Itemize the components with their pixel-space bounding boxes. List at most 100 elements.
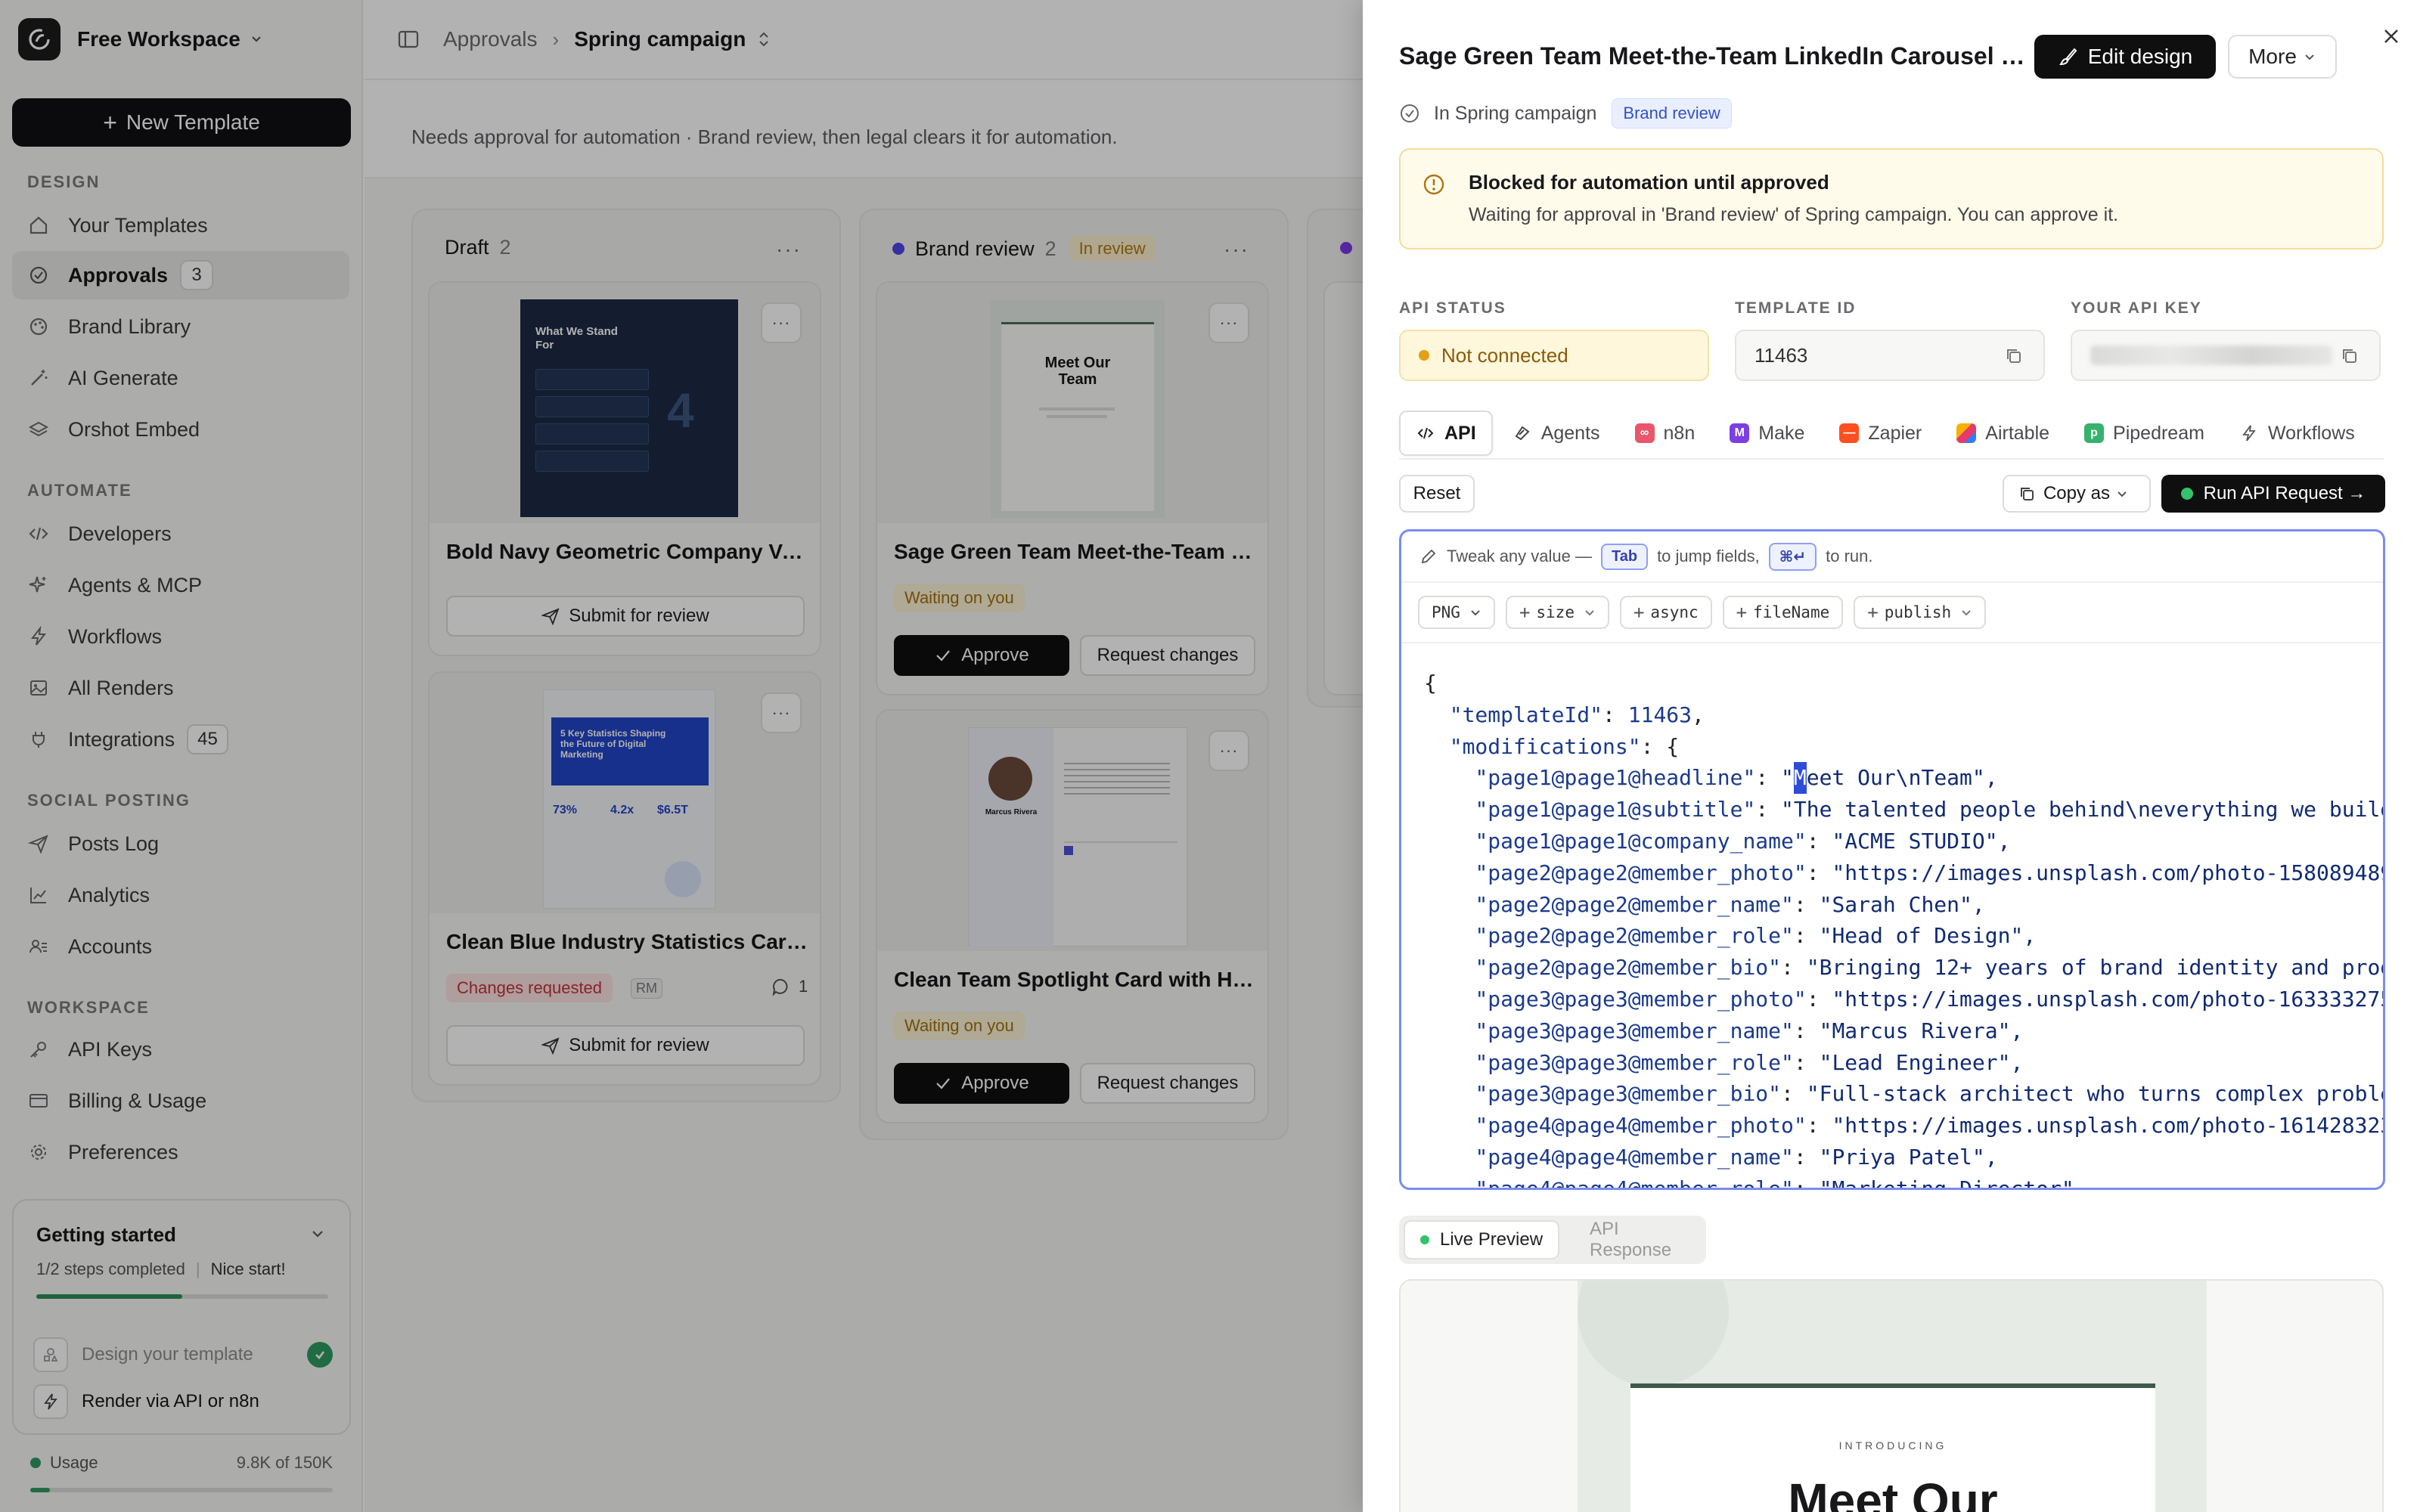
copy-as-button[interactable]: Copy as bbox=[2003, 475, 2151, 513]
run-api-request-button[interactable]: Run API Request → bbox=[2161, 475, 2385, 513]
code-line-modification: "page2@page2@member_photo": "https://ima… bbox=[1475, 860, 2385, 885]
chevron-down-icon bbox=[1471, 610, 1480, 616]
tab-agents[interactable]: Agents bbox=[1497, 411, 1615, 456]
tab-zapier[interactable]: — Zapier bbox=[1824, 411, 1937, 456]
editor-hint: Tweak any value — Tab to jump fields, ⌘↵… bbox=[1401, 531, 2383, 583]
template-detail-drawer: Sage Green Team Meet-the-Team LinkedIn C… bbox=[1363, 0, 2420, 1512]
pencil-icon bbox=[1421, 549, 1436, 564]
plus-icon: + bbox=[1633, 602, 1645, 623]
size-param-chip[interactable]: + size bbox=[1505, 596, 1609, 629]
hint-prefix: Tweak any value — bbox=[1447, 547, 1592, 565]
plus-icon: + bbox=[1519, 602, 1531, 623]
code-line-modifications: "modifications": { bbox=[1449, 733, 1680, 759]
param-chips: PNG + size + async + fileName + publish bbox=[1401, 583, 2383, 643]
format-select[interactable]: PNG bbox=[1418, 596, 1495, 629]
copy-icon[interactable] bbox=[2004, 346, 2024, 366]
bolt-icon bbox=[2239, 423, 2259, 443]
button-label: Run API Request → bbox=[2203, 483, 2366, 503]
api-key-masked-value bbox=[2090, 345, 2332, 365]
api-status-value: Not connected bbox=[1441, 343, 1568, 367]
code-line-modification: "page1@page1@company_name": "ACME STUDIO… bbox=[1475, 828, 2011, 854]
code-line-modification: "page4@page4@member_name": "Priya Patel"… bbox=[1475, 1144, 1998, 1170]
tab-workflows[interactable]: Workflows bbox=[2224, 411, 2370, 456]
hint-suffix: to run. bbox=[1826, 547, 1873, 565]
tab-live-preview[interactable]: Live Preview bbox=[1404, 1220, 1560, 1259]
filename-param-chip[interactable]: + fileName bbox=[1722, 596, 1844, 629]
tab-label: API bbox=[1444, 422, 1476, 444]
code-line-modification: "page1@page1@headline": "Meet Our\nTeam"… bbox=[1424, 762, 2383, 795]
button-label: More bbox=[2248, 45, 2297, 68]
code-icon bbox=[1416, 423, 1435, 443]
modal-backdrop[interactable] bbox=[0, 0, 1363, 1512]
code-line-modification: "page1@page1@subtitle": "The talented pe… bbox=[1475, 797, 2385, 823]
agents-icon bbox=[1512, 423, 1532, 443]
close-icon[interactable] bbox=[2376, 21, 2406, 51]
tab-label: Zapier bbox=[1868, 422, 1922, 444]
n8n-icon: ∞ bbox=[1634, 423, 1655, 443]
airtable-icon bbox=[1956, 423, 1977, 443]
code-line-modification: "page3@page3@member_bio": "Full-stack ar… bbox=[1475, 1081, 2385, 1107]
tab-label: Agents bbox=[1540, 422, 1600, 444]
chip-label: size bbox=[1536, 603, 1575, 621]
template-id-label: TEMPLATE ID bbox=[1735, 299, 1857, 317]
campaign-row: In Spring campaign Brand review bbox=[1399, 98, 1732, 129]
code-line: { bbox=[1424, 671, 1437, 696]
chip-label: fileName bbox=[1753, 603, 1830, 621]
drawer-title: Sage Green Team Meet-the-Team LinkedIn C… bbox=[1399, 42, 2027, 70]
tab-label: n8n bbox=[1663, 422, 1696, 444]
edit-design-button[interactable]: Edit design bbox=[2034, 35, 2216, 79]
status-dot bbox=[1420, 1235, 1429, 1244]
template-id-value: 11463 bbox=[1754, 343, 1808, 367]
tab-key-hint: Tab bbox=[1600, 543, 1649, 570]
tab-airtable[interactable]: Airtable bbox=[1941, 411, 2065, 456]
tab-api[interactable]: API bbox=[1399, 411, 1493, 456]
chevron-down-icon bbox=[2118, 491, 2127, 497]
button-label: Copy as bbox=[2043, 483, 2111, 503]
reset-button[interactable]: Reset bbox=[1399, 475, 1475, 513]
button-label: Edit design bbox=[2087, 45, 2193, 68]
campaign-name: In Spring campaign bbox=[1434, 102, 1597, 124]
tab-make[interactable]: M Make bbox=[1714, 411, 1820, 456]
tab-label: Live Preview bbox=[1440, 1229, 1544, 1250]
tab-n8n[interactable]: ∞ n8n bbox=[1620, 411, 1711, 456]
tab-label: Make bbox=[1758, 422, 1805, 444]
code-line-modification: "page4@page4@member_role": "Marketing Di… bbox=[1475, 1176, 2074, 1190]
api-status-field: Not connected bbox=[1399, 330, 1709, 381]
api-key-label: YOUR API KEY bbox=[2071, 299, 2202, 317]
plus-icon: + bbox=[1736, 602, 1748, 623]
request-json-code[interactable]: { "templateId": 11463, "modifications": … bbox=[1424, 668, 2385, 1190]
code-line-modification: "page4@page4@member_photo": "https://ima… bbox=[1475, 1113, 2385, 1139]
code-line-template-id: "templateId": 11463, bbox=[1449, 702, 1705, 727]
tab-pipedream[interactable]: p Pipedream bbox=[2069, 411, 2220, 456]
integration-tabs: API Agents ∞ n8n M Make — Zapier Airtabl… bbox=[1399, 408, 2384, 460]
tab-api-response[interactable]: API Response bbox=[1575, 1219, 1706, 1260]
more-button[interactable]: More bbox=[2228, 35, 2337, 79]
zapier-icon: — bbox=[1839, 423, 1860, 443]
code-line-modification: "page3@page3@member_role": "Lead Enginee… bbox=[1475, 1049, 2024, 1075]
api-key-field bbox=[2071, 330, 2381, 381]
chip-label: publish bbox=[1884, 603, 1952, 621]
copy-icon[interactable] bbox=[2340, 346, 2360, 366]
text-caret: M bbox=[1793, 762, 1807, 795]
code-line-modification: "page3@page3@member_name": "Marcus River… bbox=[1475, 1018, 2024, 1043]
code-line-modification: "page3@page3@member_photo": "https://ima… bbox=[1475, 986, 2385, 1012]
chip-label: PNG bbox=[1432, 603, 1460, 621]
publish-param-chip[interactable]: + publish bbox=[1854, 596, 1987, 629]
live-preview-panel: INTRODUCING Meet Our bbox=[1399, 1279, 2384, 1512]
async-param-chip[interactable]: + async bbox=[1619, 596, 1712, 629]
preview-intro-text: INTRODUCING bbox=[1838, 1439, 1947, 1452]
tab-label: Pipedream bbox=[2113, 422, 2204, 444]
run-key-hint: ⌘↵ bbox=[1768, 542, 1817, 571]
tab-label: Workflows bbox=[2267, 422, 2355, 444]
hint-middle: to jump fields, bbox=[1657, 547, 1760, 565]
chevron-down-icon bbox=[1962, 610, 1971, 616]
alert-title: Blocked for automation until approved bbox=[1469, 171, 1829, 194]
api-request-editor[interactable]: Tweak any value — Tab to jump fields, ⌘↵… bbox=[1399, 529, 2385, 1190]
api-status-label: API STATUS bbox=[1399, 299, 1506, 317]
brush-icon bbox=[2059, 48, 2077, 66]
chevron-down-icon bbox=[1585, 610, 1594, 616]
alert-body: Waiting for approval in 'Brand review' o… bbox=[1469, 204, 2119, 225]
preview-headline: Meet Our bbox=[1788, 1473, 1998, 1512]
chip-label: async bbox=[1650, 603, 1699, 621]
status-dot bbox=[1419, 350, 1429, 361]
